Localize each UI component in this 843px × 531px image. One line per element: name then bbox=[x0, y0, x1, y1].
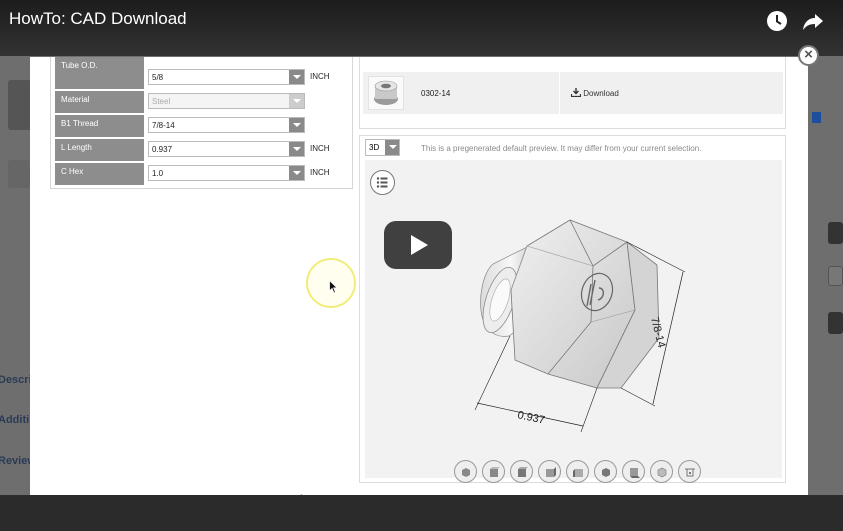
chevron-down-icon bbox=[289, 94, 304, 108]
download-panel: 0302-14 Download bbox=[359, 57, 786, 129]
param-label: Material bbox=[55, 91, 144, 113]
chevron-down-icon[interactable] bbox=[289, 166, 304, 180]
chevron-down-icon[interactable] bbox=[289, 142, 304, 156]
dimension-length: 0.937 bbox=[516, 409, 545, 426]
video-title-bar: HowTo: CAD Download bbox=[0, 0, 843, 56]
tube-od-select[interactable]: 5/8 bbox=[148, 69, 305, 85]
home-view-icon bbox=[685, 468, 695, 477]
3d-viewport[interactable]: 0.937 7/8-14 bbox=[365, 160, 782, 483]
param-unit: INCH bbox=[310, 144, 330, 153]
cube-top-icon bbox=[518, 467, 528, 477]
background-product-image bbox=[8, 80, 32, 130]
chevron-down-icon[interactable] bbox=[289, 118, 304, 132]
background-side-icon bbox=[828, 266, 843, 286]
download-icon bbox=[570, 88, 582, 98]
download-row: 0302-14 Download bbox=[363, 72, 783, 114]
view-box-button[interactable] bbox=[650, 460, 673, 483]
select-value: 7/8-14 bbox=[152, 121, 175, 130]
part-number: 0302-14 bbox=[421, 89, 451, 98]
view-left-button[interactable] bbox=[566, 460, 589, 483]
cube-back-icon bbox=[602, 468, 610, 477]
view-mode-select[interactable]: 3D bbox=[365, 139, 400, 156]
view-toolbar bbox=[454, 460, 704, 484]
part-thumbnail bbox=[368, 76, 404, 110]
cube-front-icon bbox=[490, 467, 500, 477]
param-row-l-length: L Length 0.937 INCH bbox=[55, 139, 350, 161]
param-label: B1 Thread bbox=[55, 115, 144, 137]
list-menu-button[interactable] bbox=[370, 170, 395, 195]
view-front-button[interactable] bbox=[482, 460, 505, 483]
b1-thread-select[interactable]: 7/8-14 bbox=[148, 117, 305, 133]
fitting-model: 0.937 7/8-14 bbox=[474, 219, 686, 433]
cad-preview-panel: 0.937 7/8-14 3D This is a pregenerated d… bbox=[359, 135, 786, 483]
play-button[interactable] bbox=[384, 221, 452, 269]
select-value: 1.0 bbox=[152, 169, 164, 178]
param-row-c-hex: C Hex 1.0 INCH bbox=[55, 163, 350, 185]
cube-bottom-icon bbox=[630, 468, 640, 478]
divider bbox=[559, 72, 560, 114]
param-unit: INCH bbox=[310, 168, 330, 177]
c-hex-select[interactable]: 1.0 bbox=[148, 165, 305, 181]
param-unit: INCH bbox=[310, 72, 330, 81]
select-value: 5/8 bbox=[152, 73, 164, 82]
param-row-material: Material Steel bbox=[55, 91, 350, 113]
view-home-button[interactable] bbox=[678, 460, 701, 483]
list-icon bbox=[376, 177, 388, 188]
param-label: Tube O.D. bbox=[55, 57, 144, 89]
chevron-down-icon[interactable] bbox=[289, 70, 304, 84]
l-length-select[interactable]: 0.937 bbox=[148, 141, 305, 157]
param-row-tube-od: Tube O.D. 5/8 INCH bbox=[55, 57, 350, 89]
view-bottom-button[interactable] bbox=[622, 460, 645, 483]
cube-box-icon bbox=[657, 467, 667, 478]
parameter-table: Tube O.D. 5/8 INCH Material Steel B1 Thr… bbox=[50, 57, 353, 189]
cube-right-icon bbox=[546, 467, 556, 477]
param-label: L Length bbox=[55, 139, 144, 161]
close-icon[interactable]: × bbox=[798, 45, 819, 66]
watch-later-icon[interactable] bbox=[766, 10, 788, 32]
background-thumbnail bbox=[8, 160, 30, 188]
background-tab-description: Descri bbox=[0, 374, 32, 386]
player-bottom-bar bbox=[0, 495, 843, 531]
select-value: 0.937 bbox=[152, 145, 173, 154]
chevron-down-icon[interactable] bbox=[385, 140, 399, 155]
cad-download-modal: Tube O.D. 5/8 INCH Material Steel B1 Thr… bbox=[30, 57, 808, 495]
background-tab-additional: Additi bbox=[0, 414, 30, 426]
param-label: C Hex bbox=[55, 163, 144, 185]
background-side-icon bbox=[828, 312, 843, 334]
view-iso-button[interactable] bbox=[454, 460, 477, 483]
download-label: Download bbox=[583, 89, 619, 98]
background-side-icon bbox=[828, 222, 843, 244]
cube-left-icon bbox=[573, 469, 583, 477]
select-value: 3D bbox=[369, 143, 380, 152]
preview-note: This is a pregenerated default preview. … bbox=[421, 144, 702, 153]
cube-iso-icon bbox=[462, 468, 470, 477]
download-button[interactable]: Download bbox=[570, 88, 619, 98]
share-icon[interactable] bbox=[802, 10, 824, 32]
mouse-cursor-icon bbox=[329, 280, 338, 294]
view-back-button[interactable] bbox=[594, 460, 617, 483]
background-blue-badge bbox=[812, 112, 821, 123]
video-title[interactable]: HowTo: CAD Download bbox=[9, 9, 187, 29]
view-right-button[interactable] bbox=[538, 460, 561, 483]
param-row-b1-thread: B1 Thread 7/8-14 bbox=[55, 115, 350, 137]
material-select: Steel bbox=[148, 93, 305, 109]
modal-footer-text: • bbox=[300, 491, 303, 495]
select-value: Steel bbox=[152, 97, 171, 106]
view-top-button[interactable] bbox=[510, 460, 533, 483]
